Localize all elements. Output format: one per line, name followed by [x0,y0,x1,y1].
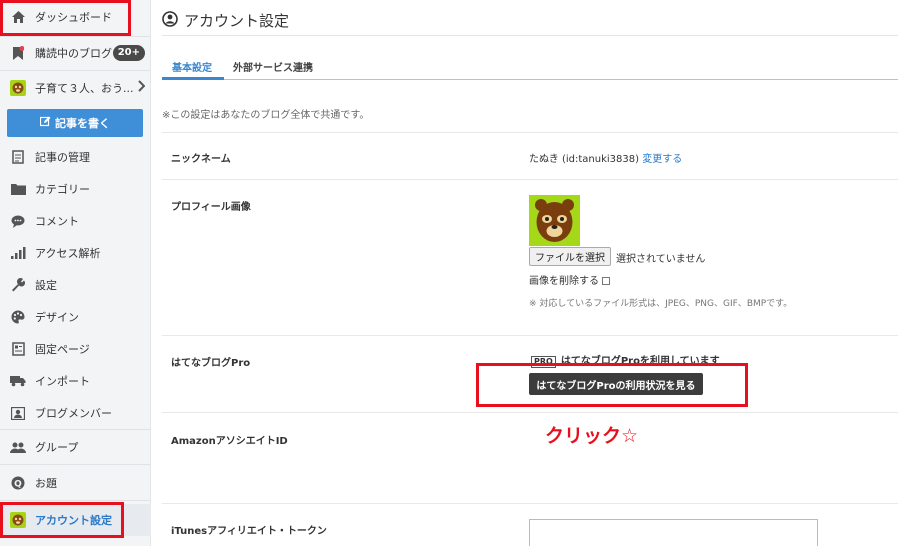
sidebar-item-comments[interactable]: コメント [0,205,151,237]
change-nickname-link[interactable]: 変更する [642,154,682,165]
page-title-text: アカウント設定 [184,12,290,30]
itunes-label: iTunesアフィリエイト・トークン [171,526,327,537]
svg-text:Q: Q [14,480,22,490]
bar-chart-icon [9,244,27,262]
document-icon [9,148,27,166]
hatena-pro-label: はてなブログPro [171,358,251,369]
divider [0,70,151,71]
wrench-icon [9,276,27,294]
divider [0,429,151,430]
blog-avatar [9,79,27,97]
user-circle-icon [162,10,178,31]
group-icon [9,438,27,456]
delete-image-checkbox[interactable] [602,277,610,285]
amazon-label: AmazonアソシエイトID [171,436,288,447]
sidebar-item-topics[interactable]: Q お題 [0,467,151,499]
write-article-button[interactable]: 記事を書く [7,109,143,137]
profile-image [529,195,580,246]
sidebar-item-articles[interactable]: 記事の管理 [0,141,151,173]
formats-note: ※ 対応しているファイル形式は、JPEG、PNG、GIF、BMPです。 [529,299,793,309]
settings-note: ※この設定はあなたのブログ全体で共通です。 [162,110,370,121]
truck-icon [9,372,27,390]
sidebar-item-settings[interactable]: 設定 [0,269,151,301]
delete-image-label: 画像を削除する [529,276,599,287]
divider [162,179,898,180]
sidebar-item-fixed-pages[interactable]: 固定ページ [0,333,151,365]
sidebar-item-groups[interactable]: グループ [0,431,151,463]
comment-icon [9,212,27,230]
highlight-box-dashboard [0,0,131,36]
bookmark-icon [9,44,27,62]
tab-external-services[interactable]: 外部サービス連携 [233,59,313,74]
divider [0,500,151,501]
sidebar: ダッシュボード 購読中のブログ 20+ 子育て３人、おう... 記事を書く 記事… [0,0,151,546]
choose-file-button[interactable]: ファイルを選択 [529,247,611,266]
sidebar-item-subscriptions[interactable]: 購読中のブログ 20+ [0,37,151,69]
nickname-label: ニックネーム [171,154,231,165]
highlight-box-pro-button [476,363,748,407]
page-title: アカウント設定 [162,10,289,31]
tab-basic-settings[interactable]: 基本設定 [172,59,212,74]
divider [162,335,898,336]
palette-icon [9,308,27,326]
delete-image-row: 画像を削除する [529,272,610,287]
edit-icon [39,116,51,130]
count-badge: 20+ [112,45,145,61]
sidebar-item-label: 購読中のブログ [35,47,112,60]
click-annotation: クリック☆ [545,425,639,447]
divider [162,35,898,36]
sidebar-item-blog[interactable]: 子育て３人、おう... [0,72,151,104]
nickname-text: たぬき (id:tanuki3838) [529,154,640,165]
page-icon [9,340,27,358]
divider [0,464,151,465]
divider [162,412,898,413]
nickname-value: たぬき (id:tanuki3838) 変更する [529,150,682,165]
write-button-label: 記事を書く [55,117,110,130]
sidebar-item-label: カテゴリー [35,183,90,196]
itunes-token-input[interactable] [529,519,818,546]
sidebar-item-label: 設定 [35,279,57,292]
divider [162,132,898,133]
sidebar-item-label: アクセス解析 [35,247,101,260]
sidebar-item-label: 子育て３人、おう... [35,82,134,95]
sidebar-item-label: 固定ページ [35,343,90,356]
sidebar-item-label: ブログメンバー [35,407,112,420]
file-status-text: 選択されていません [616,254,706,265]
divider [162,503,898,504]
sidebar-item-label: グループ [35,441,79,454]
sidebar-item-label: インポート [35,375,90,388]
sidebar-item-analytics[interactable]: アクセス解析 [0,237,151,269]
sidebar-item-label: コメント [35,215,79,228]
sidebar-item-import[interactable]: インポート [0,365,151,397]
sidebar-item-design[interactable]: デザイン [0,301,151,333]
member-icon [9,404,27,422]
sidebar-item-categories[interactable]: カテゴリー [0,173,151,205]
chevron-right-icon [137,80,146,95]
topic-icon: Q [9,474,27,492]
sidebar-item-label: お題 [35,477,57,490]
profile-image-label: プロフィール画像 [171,202,251,213]
sidebar-item-blog-members[interactable]: ブログメンバー [0,397,151,429]
folder-icon [9,180,27,198]
main-content: アカウント設定 基本設定 外部サービス連携 ※この設定はあなたのブログ全体で共通… [162,0,898,546]
sidebar-item-label: デザイン [35,311,79,324]
sidebar-item-label: 記事の管理 [35,151,90,164]
tab-bar: 基本設定 外部サービス連携 [162,52,898,80]
active-tab-indicator [162,77,224,80]
highlight-box-account [0,502,124,538]
